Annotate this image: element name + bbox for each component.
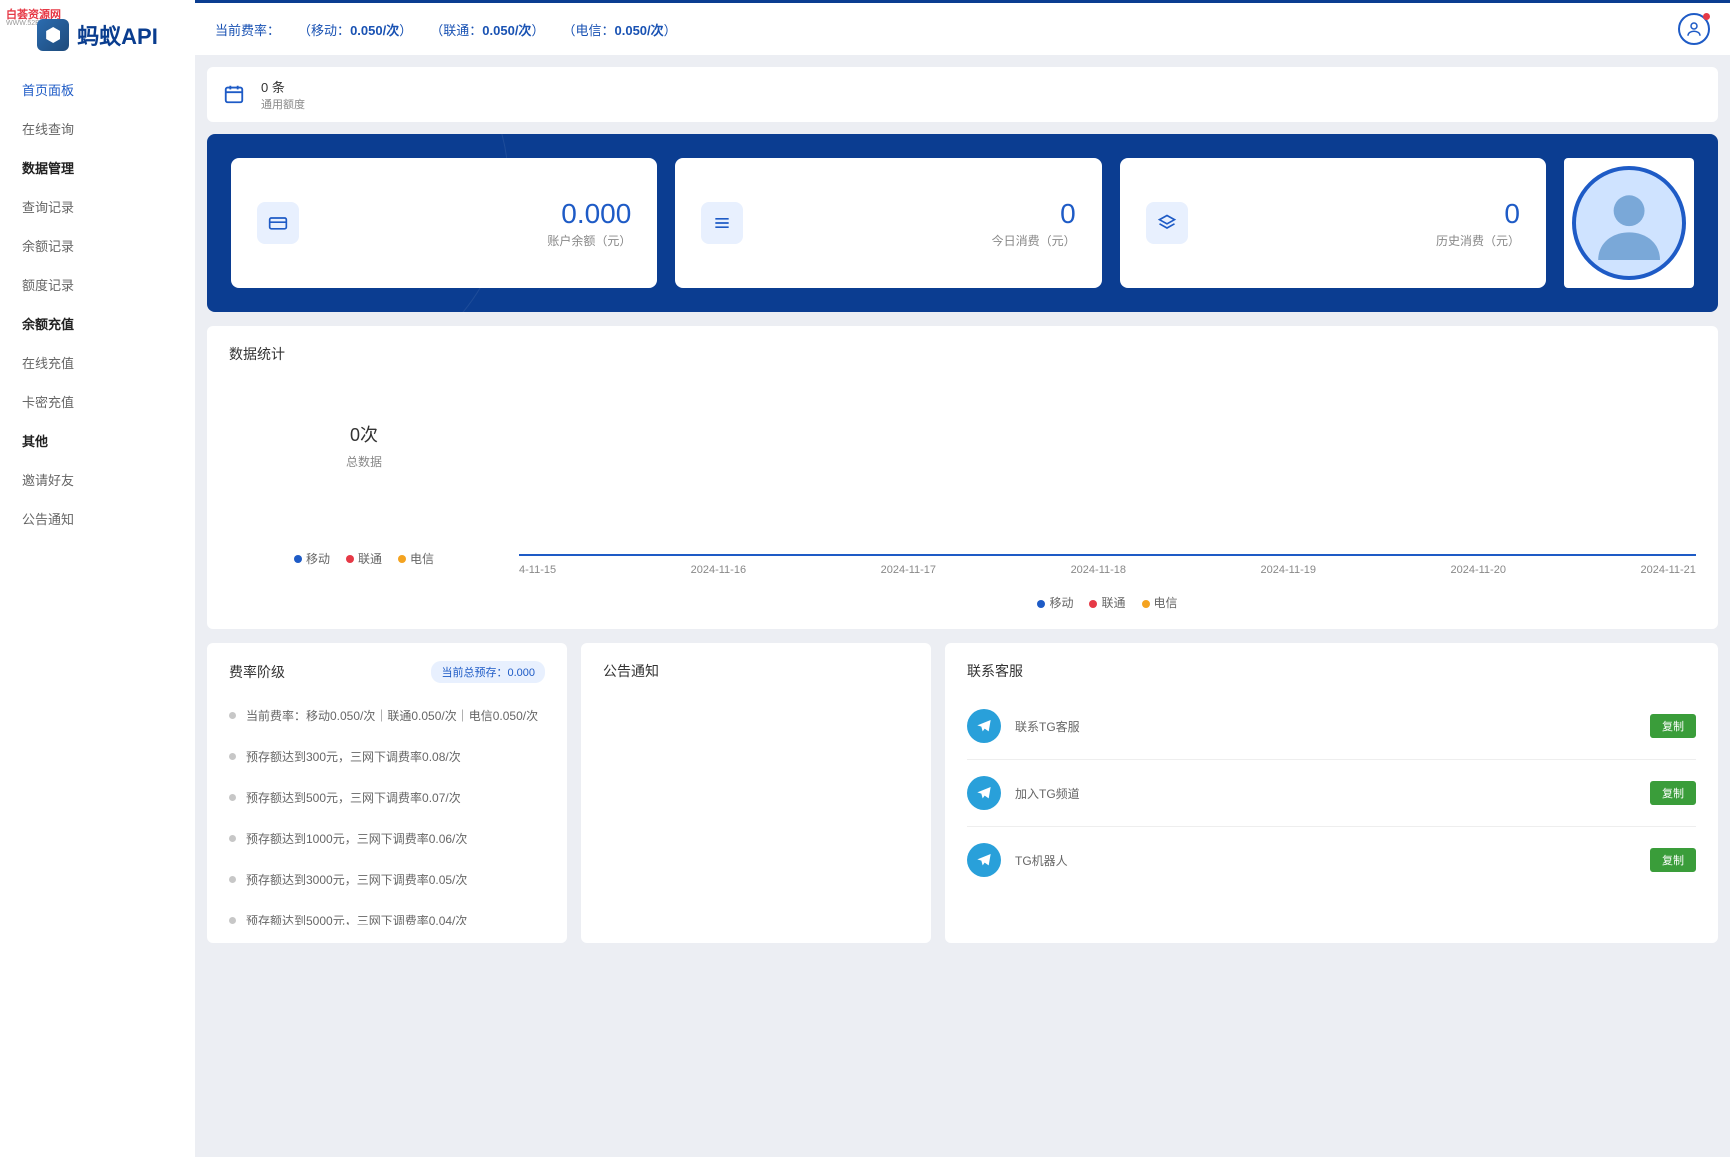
telegram-icon <box>967 776 1001 810</box>
nav-section-recharge: 余额充值 <box>0 304 195 343</box>
quota-label: 通用额度 <box>261 96 305 112</box>
calendar-icon <box>223 83 247 107</box>
copy-button[interactable]: 复制 <box>1650 714 1696 738</box>
stat-balance-value: 0.000 <box>317 198 631 230</box>
copy-button[interactable]: 复制 <box>1650 781 1696 805</box>
topbar: 当前费率： （移动：0.050/次） （联通：0.050/次） （电信：0.05… <box>195 0 1730 55</box>
stat-balance: 0.000 账户余额（元） <box>231 158 657 288</box>
stat-today: 0 今日消费（元） <box>675 158 1101 288</box>
layers-icon <box>1146 202 1188 244</box>
nav-online-recharge[interactable]: 在线充值 <box>0 343 195 382</box>
nav-quota-records[interactable]: 额度记录 <box>0 265 195 304</box>
nav-balance-records[interactable]: 余额记录 <box>0 226 195 265</box>
contact-label: 联系TG客服 <box>1015 718 1636 735</box>
stat-today-label: 今日消费（元） <box>761 232 1075 249</box>
logo: 蚂蚁API <box>0 0 195 70</box>
menu-icon <box>701 202 743 244</box>
chart-legend-bottom: 移动 联通 电信 <box>519 594 1696 611</box>
quota-value: 0 条 <box>261 77 305 96</box>
stat-history-value: 0 <box>1206 198 1520 230</box>
user-avatar-button[interactable] <box>1678 13 1710 45</box>
nav-notice[interactable]: 公告通知 <box>0 499 195 538</box>
rate-unicom: （联通：0.050/次） <box>430 20 544 39</box>
nav-section-data: 数据管理 <box>0 148 195 187</box>
rate-mobile: （移动：0.050/次） <box>298 20 412 39</box>
chart-area[interactable] <box>519 376 1696 556</box>
contact-title: 联系客服 <box>967 661 1696 681</box>
sidebar: 白荟资源网 WWW.52BYW.CN 蚂蚁API 首页面板 在线查询 数据管理 … <box>0 0 195 1157</box>
contact-label: TG机器人 <box>1015 852 1636 869</box>
profile-avatar <box>1564 158 1694 288</box>
tier-item: 预存额达到1000元，三网下调费率0.06/次 <box>229 818 545 859</box>
nav-section-other: 其他 <box>0 421 195 460</box>
tier-title: 费率阶级 <box>229 662 285 682</box>
copy-button[interactable]: 复制 <box>1650 848 1696 872</box>
tier-item: 预存额达到5000元，三网下调费率0.04/次 <box>229 900 545 925</box>
notice-title: 公告通知 <box>603 661 909 681</box>
tier-item: 预存额达到300元，三网下调费率0.08/次 <box>229 736 545 777</box>
contact-item: 加入TG频道 复制 <box>967 760 1696 827</box>
stat-history: 0 历史消费（元） <box>1120 158 1546 288</box>
tier-list[interactable]: 当前费率：移动0.050/次｜联通0.050/次｜电信0.050/次 预存额达到… <box>229 695 545 925</box>
quota-card: 0 条 通用额度 <box>207 67 1718 122</box>
logo-text: 蚂蚁API <box>77 19 158 51</box>
chart-title: 数据统计 <box>229 344 1696 364</box>
chart-total-label: 总数据 <box>346 453 382 470</box>
rate-info: 当前费率： （移动：0.050/次） （联通：0.050/次） （电信：0.05… <box>215 20 677 39</box>
rate-telecom: （电信：0.050/次） <box>562 20 676 39</box>
tier-panel: 费率阶级 当前总预存：0.000 当前费率：移动0.050/次｜联通0.050/… <box>207 643 567 943</box>
stats-hero: 0.000 账户余额（元） 0 今日消费（元） 0 历史消费（元） <box>207 134 1718 312</box>
user-icon <box>1685 20 1703 38</box>
contact-label: 加入TG频道 <box>1015 785 1636 802</box>
tier-badge: 当前总预存：0.000 <box>431 661 545 683</box>
person-icon <box>1592 186 1666 260</box>
nav-online-query[interactable]: 在线查询 <box>0 109 195 148</box>
stat-history-label: 历史消费（元） <box>1206 232 1520 249</box>
chart-legend-left: 移动 联通 电信 <box>294 550 434 567</box>
stat-today-value: 0 <box>761 198 1075 230</box>
notice-panel: 公告通知 <box>581 643 931 943</box>
chart-total-value: 0次 <box>350 421 378 447</box>
nav-card-recharge[interactable]: 卡密充值 <box>0 382 195 421</box>
chart-panel: 数据统计 0次 总数据 移动 联通 电信 4-11- <box>207 326 1718 629</box>
stat-balance-label: 账户余额（元） <box>317 232 631 249</box>
contact-item: TG机器人 复制 <box>967 827 1696 893</box>
shield-icon <box>37 19 69 51</box>
contact-item: 联系TG客服 复制 <box>967 693 1696 760</box>
nav-query-records[interactable]: 查询记录 <box>0 187 195 226</box>
contact-panel: 联系客服 联系TG客服 复制 加入TG频道 复制 TG机器人 复制 <box>945 643 1718 943</box>
nav-dashboard[interactable]: 首页面板 <box>0 70 195 109</box>
tier-item: 预存额达到500元，三网下调费率0.07/次 <box>229 777 545 818</box>
nav-invite[interactable]: 邀请好友 <box>0 460 195 499</box>
tier-item: 预存额达到3000元，三网下调费率0.05/次 <box>229 859 545 900</box>
telegram-icon <box>967 843 1001 877</box>
card-icon <box>257 202 299 244</box>
chart-x-axis: 4-11-15 2024-11-16 2024-11-17 2024-11-18… <box>519 564 1696 576</box>
rate-label: 当前费率： <box>215 20 280 39</box>
telegram-icon <box>967 709 1001 743</box>
tier-item: 当前费率：移动0.050/次｜联通0.050/次｜电信0.050/次 <box>229 695 545 736</box>
